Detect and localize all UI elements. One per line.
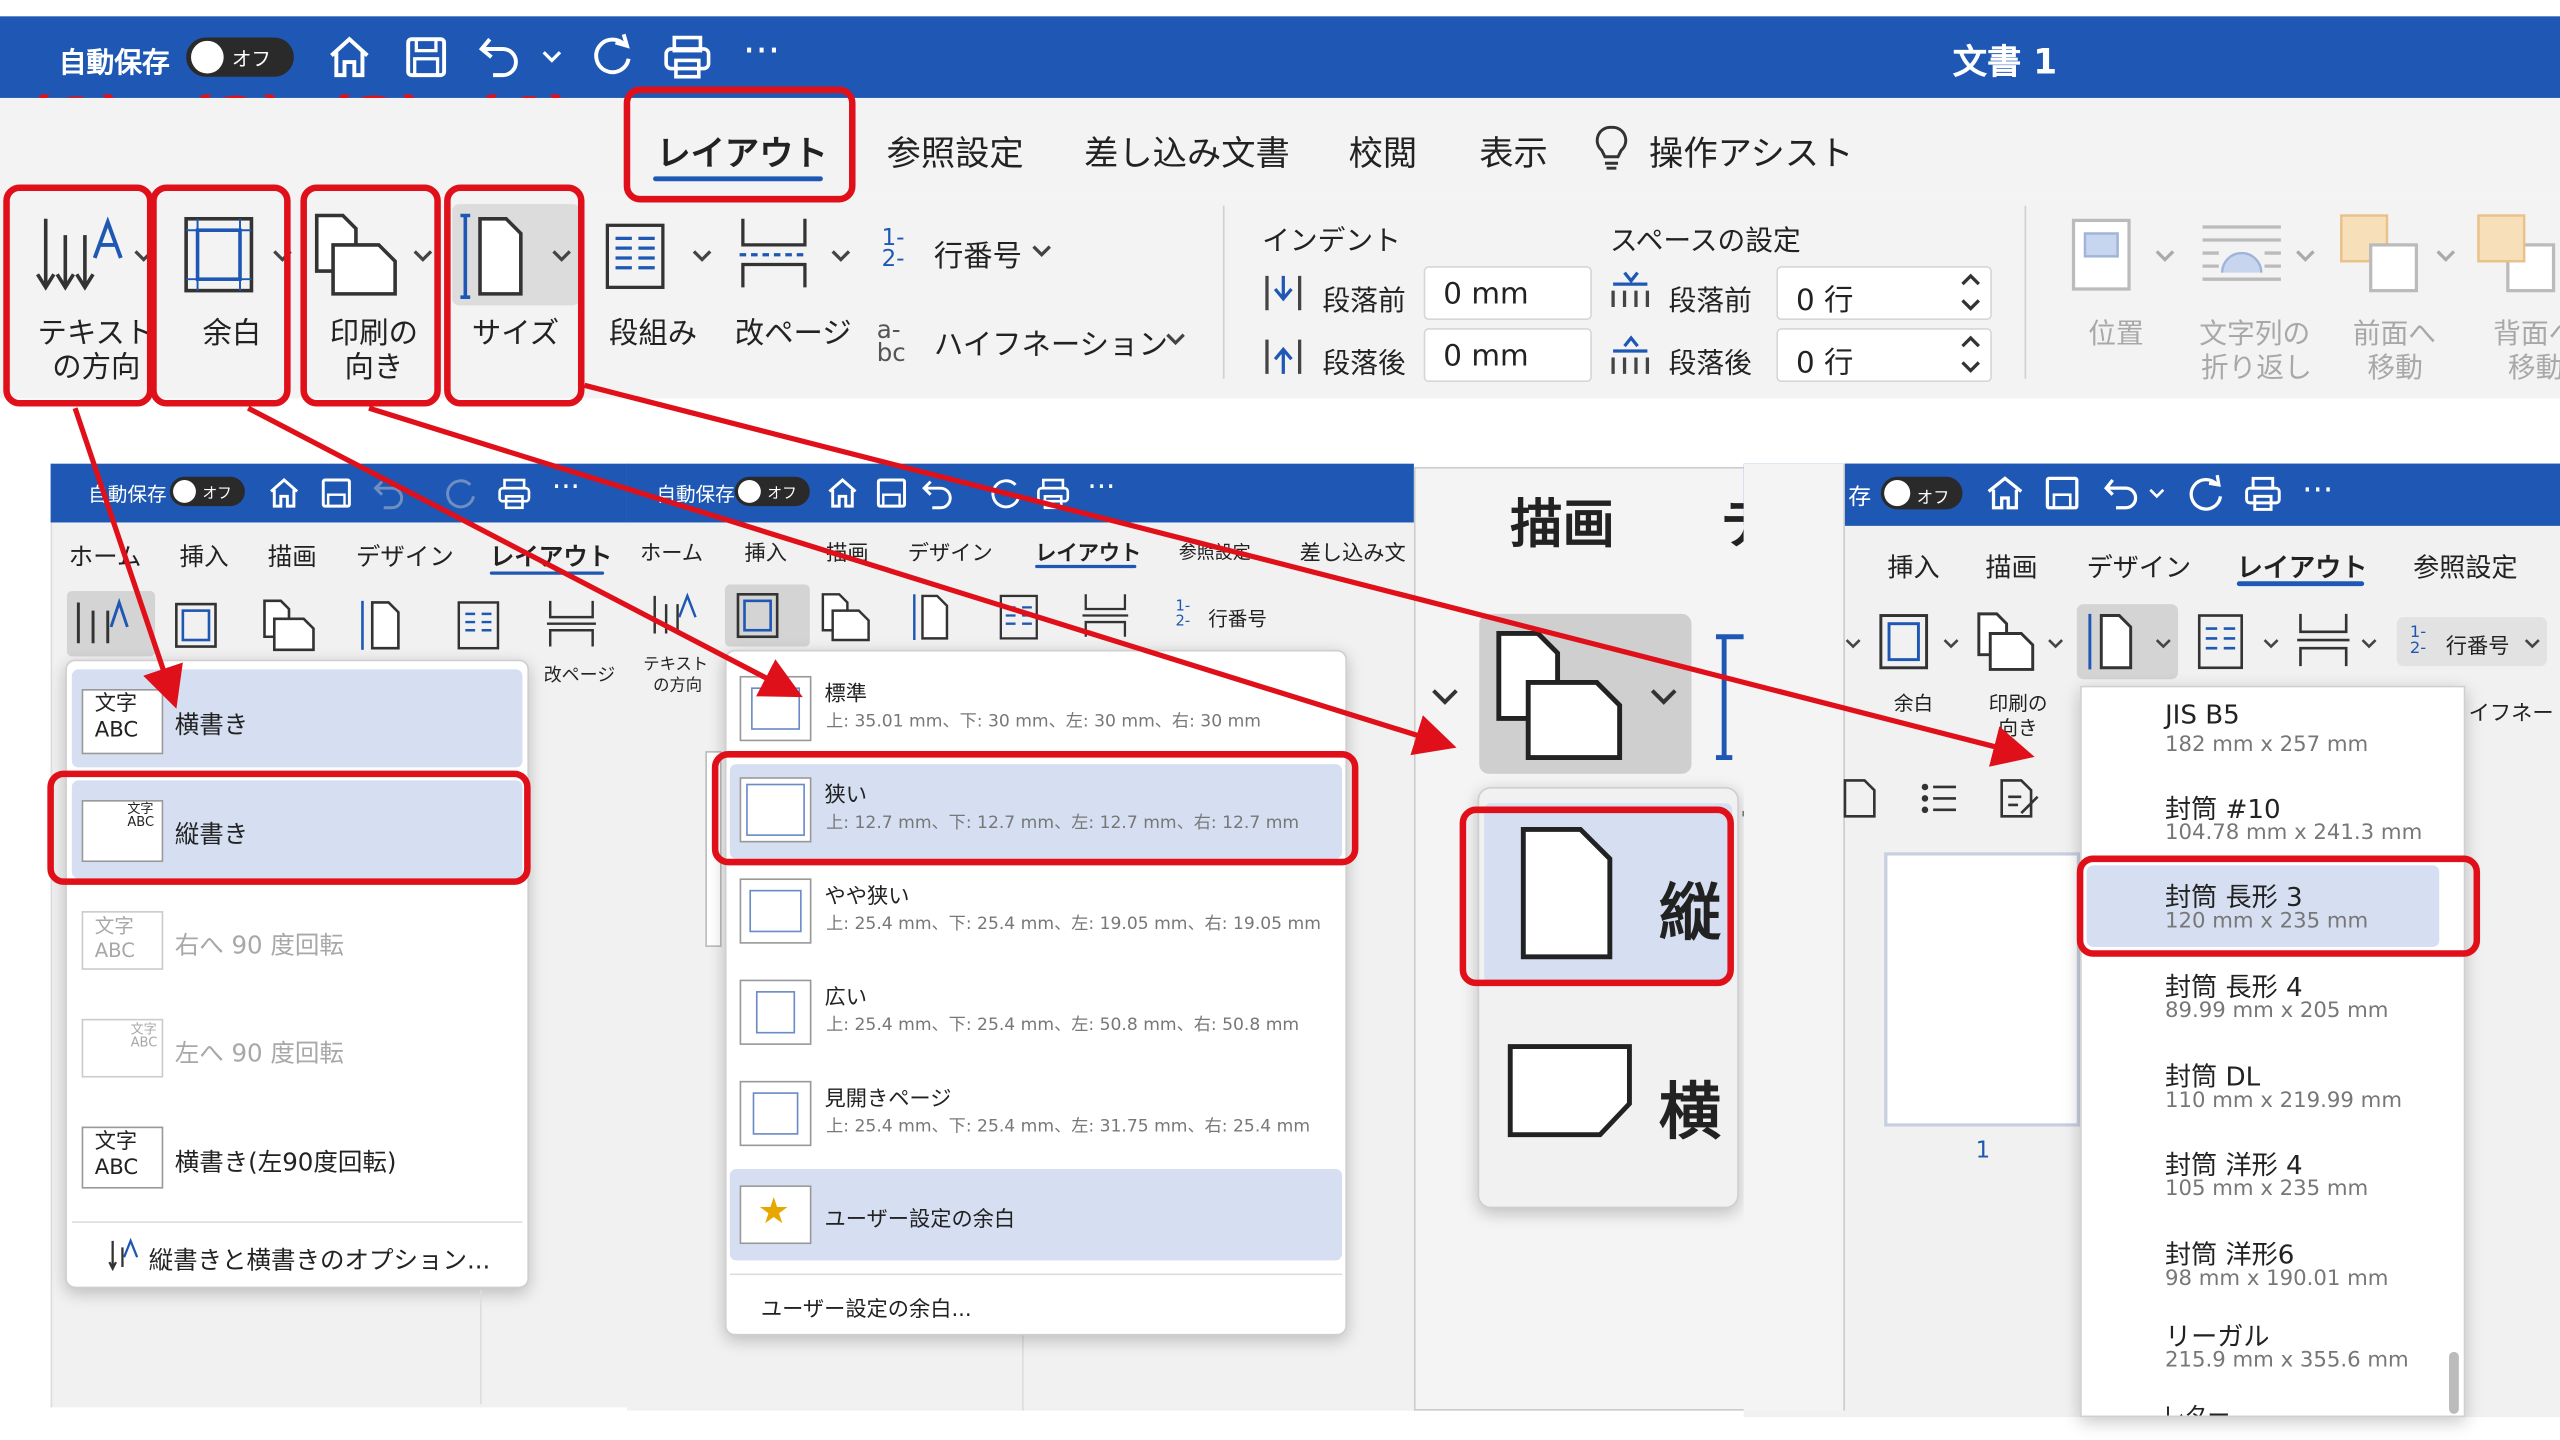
arrow-to-vertical-text [72, 407, 183, 709]
arrow-to-portrait [368, 405, 1457, 756]
arrow-to-narrow-margins [246, 405, 803, 698]
annotation-arrows [72, 382, 2035, 767]
